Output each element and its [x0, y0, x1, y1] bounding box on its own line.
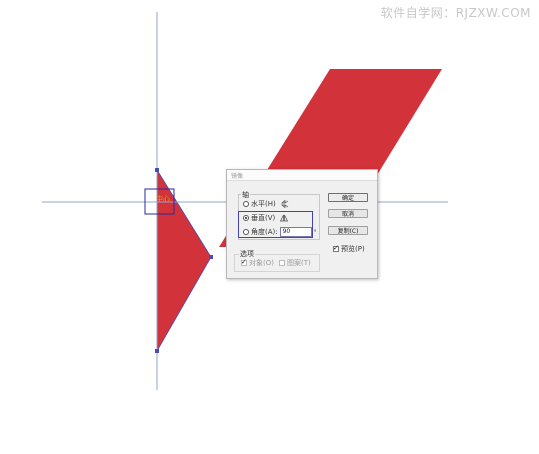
- angle-input[interactable]: 90: [279, 227, 312, 237]
- copy-button[interactable]: 复制(C): [328, 226, 368, 235]
- vertical-radio[interactable]: [243, 215, 249, 221]
- anchor-point[interactable]: [155, 349, 159, 353]
- objects-option[interactable]: 对象(O): [241, 258, 274, 268]
- patterns-option[interactable]: 图案(T): [279, 258, 311, 268]
- objects-checkbox[interactable]: [241, 258, 247, 266]
- horizontal-radio[interactable]: [243, 201, 249, 207]
- watermark-text: 软件自学网：RJZXW.COM: [380, 6, 531, 20]
- anchor-point[interactable]: [209, 255, 213, 259]
- dialog-titlebar[interactable]: 镜像: [227, 170, 377, 181]
- angle-unit: °: [313, 228, 317, 236]
- anchor-point[interactable]: [155, 168, 159, 172]
- vertical-reflect-icon: [280, 214, 289, 222]
- angle-axis-option[interactable]: 角度(A): 90 °: [243, 227, 317, 237]
- angle-radio[interactable]: [243, 229, 249, 235]
- preview-option[interactable]: 预览(P): [333, 244, 365, 254]
- cancel-button[interactable]: 取消: [328, 209, 368, 218]
- ok-button[interactable]: 确定: [328, 193, 368, 202]
- preview-label: 预览(P): [341, 245, 365, 253]
- vertical-axis-option[interactable]: 垂直(V): [243, 213, 289, 223]
- angle-label: 角度(A):: [251, 228, 278, 236]
- patterns-checkbox[interactable]: [279, 260, 285, 266]
- horizontal-label: 水平(H): [251, 200, 276, 208]
- horizontal-axis-option[interactable]: 水平(H): [243, 199, 289, 209]
- vertical-label: 垂直(V): [251, 214, 276, 222]
- anchor-center-label: 中心: [156, 195, 170, 203]
- patterns-label: 图案(T): [287, 259, 311, 267]
- reflect-dialog: 镜像 轴 水平(H) 垂直(V) 角度(A): 90 ° 选项 对象(O) 图案…: [226, 169, 378, 279]
- dialog-title: 镜像: [231, 173, 244, 180]
- objects-label: 对象(O): [249, 259, 274, 267]
- preview-checkbox[interactable]: [333, 244, 339, 252]
- horizontal-reflect-icon: [280, 200, 288, 208]
